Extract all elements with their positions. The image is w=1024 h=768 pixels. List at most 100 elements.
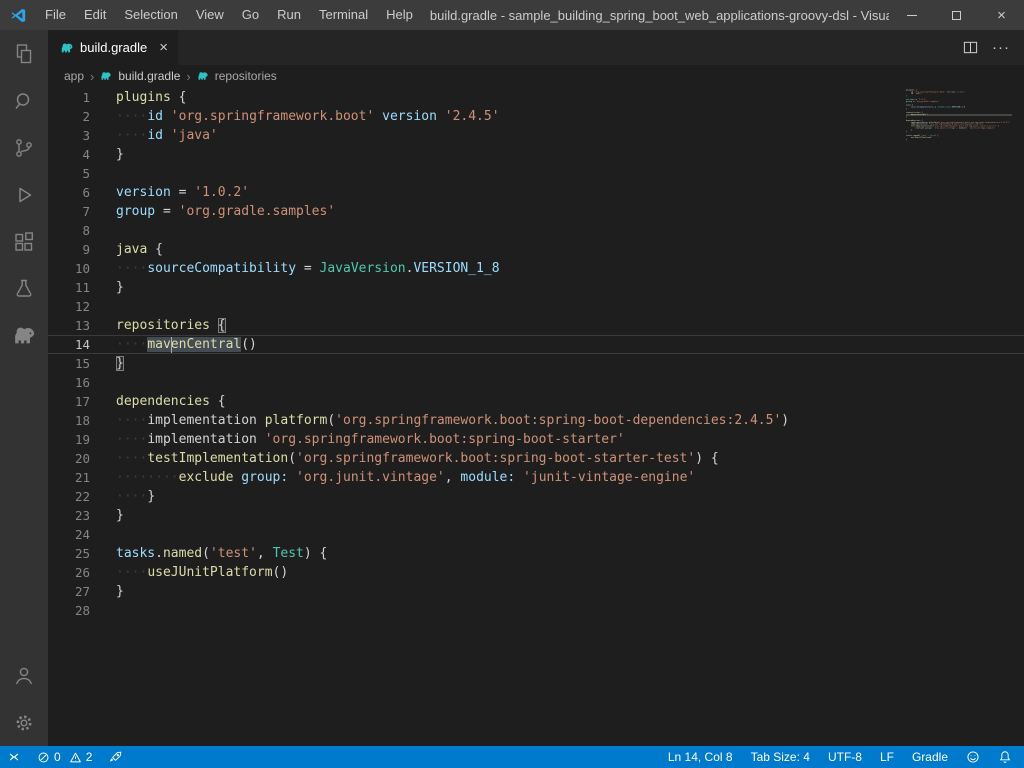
code-line[interactable]: 1plugins { xyxy=(48,88,1024,107)
line-number: 19 xyxy=(48,430,116,449)
code-line[interactable]: 17dependencies { xyxy=(48,392,1024,411)
line-number: 6 xyxy=(48,183,116,202)
vscode-logo-icon xyxy=(0,7,36,24)
minimap-active-line xyxy=(906,114,1012,116)
line-number: 26 xyxy=(48,563,116,582)
symbol-icon xyxy=(197,70,209,82)
encoding[interactable]: UTF-8 xyxy=(828,750,862,764)
eol-sequence[interactable]: LF xyxy=(880,750,894,764)
window-controls: × xyxy=(889,0,1024,30)
code-line[interactable]: 4} xyxy=(48,145,1024,164)
code-line[interactable]: 7group = 'org.gradle.samples' xyxy=(48,202,1024,221)
rocket-icon[interactable] xyxy=(105,751,126,764)
breadcrumb-item-file[interactable]: build.gradle xyxy=(118,69,180,83)
code-line[interactable]: 12 xyxy=(48,297,1024,316)
code-line[interactable]: 5 xyxy=(48,164,1024,183)
chevron-right-icon: › xyxy=(90,69,94,84)
remote-window-icon[interactable] xyxy=(0,746,28,768)
gradle-file-icon xyxy=(100,70,112,82)
error-circle-slash-icon xyxy=(37,751,50,764)
breadcrumb: app › build.gradle › repositories xyxy=(48,65,1024,87)
warning-triangle-icon xyxy=(69,751,82,764)
window-title: build.gradle - sample_building_spring_bo… xyxy=(422,8,889,23)
settings-gear-icon[interactable] xyxy=(0,699,48,746)
menu-item-help[interactable]: Help xyxy=(377,0,422,30)
line-number: 22 xyxy=(48,487,116,506)
line-number: 23 xyxy=(48,506,116,525)
split-editor-icon[interactable] xyxy=(963,40,978,55)
code-line[interactable]: 20····testImplementation('org.springfram… xyxy=(48,449,1024,468)
cursor-position[interactable]: Ln 14, Col 8 xyxy=(668,750,733,764)
line-number: 2 xyxy=(48,107,116,126)
breadcrumb-item-app[interactable]: app xyxy=(64,69,84,83)
language-mode[interactable]: Gradle xyxy=(912,750,948,764)
error-count: 0 xyxy=(54,750,61,764)
close-icon[interactable]: × xyxy=(979,0,1024,30)
code-line[interactable]: 10····sourceCompatibility = JavaVersion.… xyxy=(48,259,1024,278)
code-line[interactable]: 2····id 'org.springframework.boot' versi… xyxy=(48,107,1024,126)
code-line[interactable]: 6version = '1.0.2' xyxy=(48,183,1024,202)
code-line[interactable]: 22····} xyxy=(48,487,1024,506)
explorer-icon[interactable] xyxy=(0,30,48,77)
code-line[interactable]: 21········exclude group: 'org.junit.vint… xyxy=(48,468,1024,487)
tab-close-icon[interactable]: × xyxy=(159,40,168,55)
code-line[interactable]: 16 xyxy=(48,373,1024,392)
code-line[interactable]: 13repositories { xyxy=(48,316,1024,335)
code-line[interactable]: 28 xyxy=(48,601,1024,620)
line-number: 1 xyxy=(48,88,116,107)
line-number: 13 xyxy=(48,316,116,335)
minimize-icon[interactable] xyxy=(889,0,934,30)
code-line[interactable]: 18····implementation platform('org.sprin… xyxy=(48,411,1024,430)
breadcrumb-item-symbol[interactable]: repositories xyxy=(215,69,277,83)
feedback-smiley-icon[interactable] xyxy=(966,750,980,764)
code-line[interactable]: 14····mavenCentral() xyxy=(48,335,1024,354)
line-number: 24 xyxy=(48,525,116,544)
line-number: 17 xyxy=(48,392,116,411)
tab-build-gradle[interactable]: build.gradle × xyxy=(48,30,178,65)
menu-item-run[interactable]: Run xyxy=(268,0,310,30)
line-number: 15 xyxy=(48,354,116,373)
menu-item-go[interactable]: Go xyxy=(233,0,268,30)
notifications-bell-icon[interactable] xyxy=(998,750,1012,764)
accounts-icon[interactable] xyxy=(0,652,48,699)
code-line[interactable]: 25tasks.named('test', Test) { xyxy=(48,544,1024,563)
tab-bar: build.gradle × ··· xyxy=(48,30,1024,65)
code-area: 1plugins {2····id 'org.springframework.b… xyxy=(48,88,1024,620)
search-icon[interactable] xyxy=(0,77,48,124)
code-line[interactable]: 15} xyxy=(48,354,1024,373)
minimap[interactable]: plugins { id 'org.springframework.boot' … xyxy=(906,89,1012,149)
more-actions-icon[interactable]: ··· xyxy=(992,39,1010,56)
line-number: 12 xyxy=(48,297,116,316)
testing-beaker-icon[interactable] xyxy=(0,265,48,312)
extensions-icon[interactable] xyxy=(0,218,48,265)
line-number: 25 xyxy=(48,544,116,563)
problems-indicator[interactable]: 0 2 xyxy=(32,750,101,764)
code-line[interactable]: 11} xyxy=(48,278,1024,297)
menu-item-edit[interactable]: Edit xyxy=(75,0,115,30)
activity-bar xyxy=(0,30,48,746)
indentation[interactable]: Tab Size: 4 xyxy=(751,750,810,764)
gradle-elephant-icon[interactable] xyxy=(0,312,48,359)
code-line[interactable]: 27} xyxy=(48,582,1024,601)
menu-item-terminal[interactable]: Terminal xyxy=(310,0,377,30)
run-and-debug-icon[interactable] xyxy=(0,171,48,218)
code-line[interactable]: 3····id 'java' xyxy=(48,126,1024,145)
code-line[interactable]: 8 xyxy=(48,221,1024,240)
code-line[interactable]: 19····implementation 'org.springframewor… xyxy=(48,430,1024,449)
text-cursor xyxy=(171,337,173,353)
menu-item-selection[interactable]: Selection xyxy=(115,0,186,30)
code-line[interactable]: 26····useJUnitPlatform() xyxy=(48,563,1024,582)
line-number: 28 xyxy=(48,601,116,620)
line-number: 9 xyxy=(48,240,116,259)
source-control-icon[interactable] xyxy=(0,124,48,171)
maximize-icon[interactable] xyxy=(934,0,979,30)
line-number: 3 xyxy=(48,126,116,145)
code-editor[interactable]: 1plugins {2····id 'org.springframework.b… xyxy=(48,87,1024,746)
code-line[interactable]: 9java { xyxy=(48,240,1024,259)
line-number: 14 xyxy=(48,335,116,354)
menu-item-view[interactable]: View xyxy=(187,0,233,30)
code-line[interactable]: 23} xyxy=(48,506,1024,525)
menu-item-file[interactable]: File xyxy=(36,0,75,30)
line-number: 21 xyxy=(48,468,116,487)
code-line[interactable]: 24 xyxy=(48,525,1024,544)
